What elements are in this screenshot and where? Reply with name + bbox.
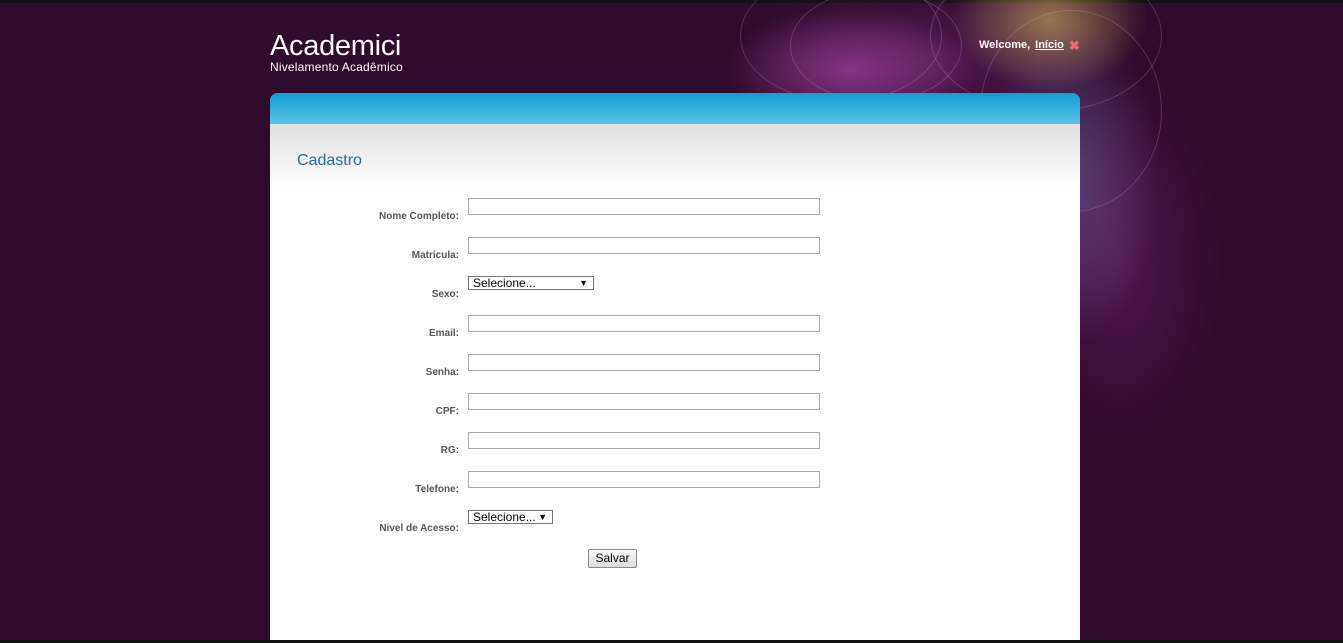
close-icon[interactable]: ✖ <box>1069 39 1080 52</box>
main-panel: Cadastro Nome Completo: Matricula: Sexo:… <box>270 93 1080 640</box>
telefone-label: Telefone: <box>415 484 459 495</box>
form-row-senha: Senha: <box>270 354 1080 378</box>
cpf-input[interactable] <box>468 393 820 410</box>
rg-input[interactable] <box>468 432 820 449</box>
matricula-label: Matricula: <box>411 250 459 261</box>
nivel-acesso-label: Nivel de Acesso: <box>379 523 459 534</box>
welcome-text: Welcome, <box>979 39 1031 51</box>
form-row-nivel-acesso: Nivel de Acesso: Selecione... ▼ <box>270 510 1080 534</box>
save-button[interactable]: Salvar <box>588 549 637 568</box>
nivel-acesso-select[interactable]: Selecione... ▼ <box>468 510 553 524</box>
dropdown-arrow-icon: ▼ <box>538 512 547 522</box>
sexo-selected-value: Selecione... <box>473 276 536 290</box>
logo-title: Academici <box>270 30 402 62</box>
logo[interactable]: Academici Nivelamento Acadêmico <box>270 30 403 73</box>
panel-header-bar <box>270 93 1080 124</box>
cpf-label: CPF: <box>435 406 459 417</box>
form-row-nome-completo: Nome Completo: <box>270 198 1080 222</box>
form-row-sexo: Sexo: Selecione... ▼ <box>270 276 1080 300</box>
nome-completo-label: Nome Completo: <box>379 211 459 222</box>
telefone-input[interactable] <box>468 471 820 488</box>
dropdown-arrow-icon: ▼ <box>579 278 588 288</box>
nivel-acesso-selected-value: Selecione... <box>473 510 536 524</box>
form-row-telefone: Telefone: <box>270 471 1080 495</box>
matricula-input[interactable] <box>468 237 820 254</box>
senha-input[interactable] <box>468 354 820 371</box>
panel-title-area: Cadastro <box>270 124 1080 188</box>
logo-subtitle: Nivelamento Acadêmico <box>270 60 403 74</box>
rg-label: RG: <box>440 445 459 456</box>
nome-completo-input[interactable] <box>468 198 820 215</box>
senha-label: Senha: <box>425 367 459 378</box>
email-label: Email: <box>428 328 459 339</box>
page-title: Cadastro <box>297 152 362 169</box>
form-row-matricula: Matricula: <box>270 237 1080 261</box>
sexo-select[interactable]: Selecione... ▼ <box>468 276 594 290</box>
form-row-rg: RG: <box>270 432 1080 456</box>
form-row-email: Email: <box>270 315 1080 339</box>
email-input[interactable] <box>468 315 820 332</box>
form-row-cpf: CPF: <box>270 393 1080 417</box>
user-bar: Welcome, Início ✖ <box>979 39 1080 52</box>
home-link[interactable]: Início <box>1035 39 1064 51</box>
sexo-label: Sexo: <box>431 289 459 300</box>
